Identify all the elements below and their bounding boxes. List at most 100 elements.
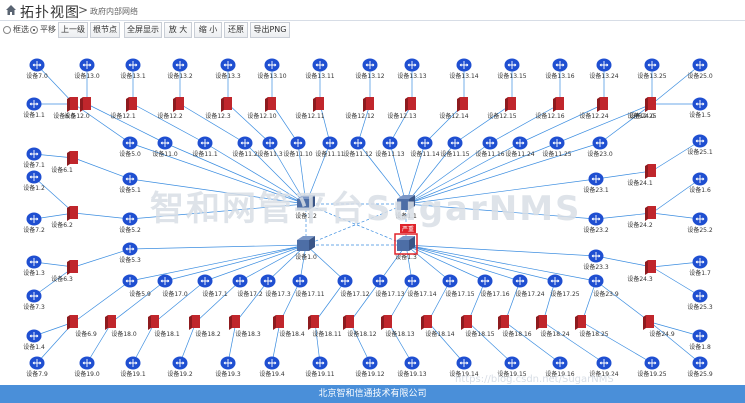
router-node[interactable]: 设备19.0 (74, 356, 100, 379)
firewall-node[interactable]: 设备12.11 (295, 97, 325, 120)
link-line[interactable] (129, 244, 307, 250)
router-node[interactable]: 设备13.15 (497, 58, 527, 81)
firewall-node[interactable]: 设备18.0 (105, 315, 137, 338)
firewall-icon[interactable] (224, 97, 232, 110)
firewall-icon[interactable] (578, 315, 586, 328)
firewall-icon[interactable] (424, 315, 432, 328)
router-node[interactable]: 设备17.16 (477, 274, 510, 299)
router-node[interactable]: 设备13.3 (215, 58, 241, 81)
router-node[interactable]: 设备13.1 (120, 58, 146, 81)
router-node[interactable]: 设备7.9 (26, 356, 48, 379)
topology-canvas[interactable]: 设备7.0 设备13.0 设备13.1 设备13.2 设备13.3 设备13.10 设备13… (0, 41, 745, 384)
firewall-node[interactable]: 设备18.11 (308, 315, 342, 338)
switch-icon[interactable] (397, 240, 409, 251)
router-node[interactable]: 设备1.6 (689, 172, 711, 195)
firewall-icon[interactable] (232, 315, 240, 328)
firewall-node[interactable]: 设备24.1 (627, 164, 656, 187)
router-node[interactable]: 设备1.1 (23, 97, 45, 120)
link-line[interactable] (595, 170, 653, 180)
link-line[interactable] (595, 212, 653, 220)
firewall-icon[interactable] (346, 315, 354, 328)
firewall-icon[interactable] (508, 97, 516, 110)
router-node[interactable]: 设备13.0 (74, 58, 100, 81)
link-line[interactable] (179, 103, 246, 144)
firewall-icon[interactable] (460, 97, 468, 110)
router-node[interactable]: 设备11.12 (343, 136, 373, 159)
router-node[interactable]: 设备17.2 (232, 274, 263, 299)
link-line[interactable] (86, 321, 113, 364)
router-node[interactable]: 设备19.3 (215, 356, 241, 379)
router-node[interactable]: 设备11.1 (192, 136, 218, 159)
firewall-icon[interactable] (268, 97, 276, 110)
firewall-node[interactable]: 设备18.25 (575, 315, 609, 338)
firewall-node[interactable]: 设备12.1 (110, 97, 137, 120)
firewall-icon[interactable] (464, 315, 472, 328)
root-node-button[interactable]: 根节点 (90, 22, 120, 38)
radio-dot[interactable] (30, 25, 38, 34)
export-png-button[interactable]: 导出PNG (250, 22, 290, 38)
router-node[interactable]: 设备23.2 (583, 212, 609, 235)
router-node[interactable]: 设备1.4 (23, 329, 45, 352)
firewall-icon[interactable] (176, 97, 184, 110)
pan-mode-radio[interactable]: 平移 (30, 24, 56, 35)
link-line[interactable] (405, 244, 486, 282)
link-line[interactable] (227, 103, 271, 144)
router-node[interactable]: 设备25.1 (687, 134, 713, 157)
router-node[interactable]: 设备11.15 (440, 136, 470, 159)
firewall-node[interactable]: 设备18.24 (536, 315, 570, 338)
router-node[interactable]: 设备19.12 (355, 356, 385, 379)
router-node[interactable]: 设备17.0 (157, 274, 188, 299)
router-node[interactable]: 设备1.5 (689, 97, 711, 120)
router-node[interactable]: 设备13.14 (449, 58, 479, 81)
link-line[interactable] (649, 321, 701, 364)
firewall-node[interactable]: 设备18.14 (421, 315, 455, 338)
router-node[interactable]: 设备1.8 (689, 329, 711, 352)
firewall-icon[interactable] (83, 97, 91, 110)
firewall-node[interactable]: 设备12.2 (157, 97, 184, 120)
router-node[interactable]: 设备11.24 (505, 136, 535, 159)
firewall-icon[interactable] (70, 151, 78, 164)
firewall-icon[interactable] (600, 97, 608, 110)
router-node[interactable]: 设备13.16 (545, 58, 575, 81)
router-node[interactable]: 设备17.14 (404, 274, 437, 299)
router-node[interactable]: 设备11.13 (375, 136, 405, 159)
firewall-node[interactable]: 设备18.12 (343, 315, 377, 338)
firewall-icon[interactable] (408, 97, 416, 110)
firewall-icon[interactable] (648, 97, 656, 110)
link-line[interactable] (651, 64, 701, 105)
link-line[interactable] (314, 280, 346, 323)
router-node[interactable]: 设备19.13 (397, 356, 427, 379)
router-node[interactable]: 设备1.3 (23, 255, 45, 278)
home-icon[interactable] (5, 4, 17, 16)
router-node[interactable]: 设备23.1 (583, 172, 609, 195)
router-node[interactable]: 设备19.11 (305, 356, 335, 379)
router-node[interactable]: 设备17.24 (512, 274, 545, 299)
router-node[interactable]: 设备17.3 (260, 274, 291, 299)
router-node[interactable]: 设备13.2 (167, 58, 193, 81)
link-line[interactable] (581, 321, 653, 364)
select-mode-radio[interactable]: 框选 (3, 24, 29, 35)
firewall-node[interactable]: 设备18.2 (189, 315, 221, 338)
link-line[interactable] (651, 178, 701, 214)
router-node[interactable]: 设备5.0 (119, 136, 141, 159)
router-node[interactable]: 设备23.3 (583, 249, 609, 272)
link-line[interactable] (427, 321, 465, 364)
link-line[interactable] (387, 321, 413, 364)
router-node[interactable]: 设备11.11 (315, 136, 345, 159)
router-node[interactable]: 设备25.0 (687, 58, 713, 81)
router-node[interactable]: 设备1.2 (23, 170, 45, 193)
firewall-node[interactable]: 设备6.2 (51, 206, 78, 229)
router-node[interactable]: 设备5.1 (119, 172, 141, 195)
router-node[interactable]: 设备25.3 (687, 289, 713, 312)
firewall-icon[interactable] (648, 206, 656, 219)
firewall-node[interactable]: 设备12.14 (439, 97, 469, 120)
firewall-icon[interactable] (366, 97, 374, 110)
link-line[interactable] (305, 244, 346, 282)
router-node[interactable]: 设备11.16 (475, 136, 505, 159)
firewall-icon[interactable] (276, 315, 284, 328)
router-node[interactable]: 设备19.25 (637, 356, 667, 379)
router-node[interactable]: 设备19.2 (167, 356, 193, 379)
firewall-icon[interactable] (316, 97, 324, 110)
router-node[interactable]: 设备19.1 (120, 356, 146, 379)
firewall-node[interactable]: 设备24.3 (627, 260, 656, 283)
